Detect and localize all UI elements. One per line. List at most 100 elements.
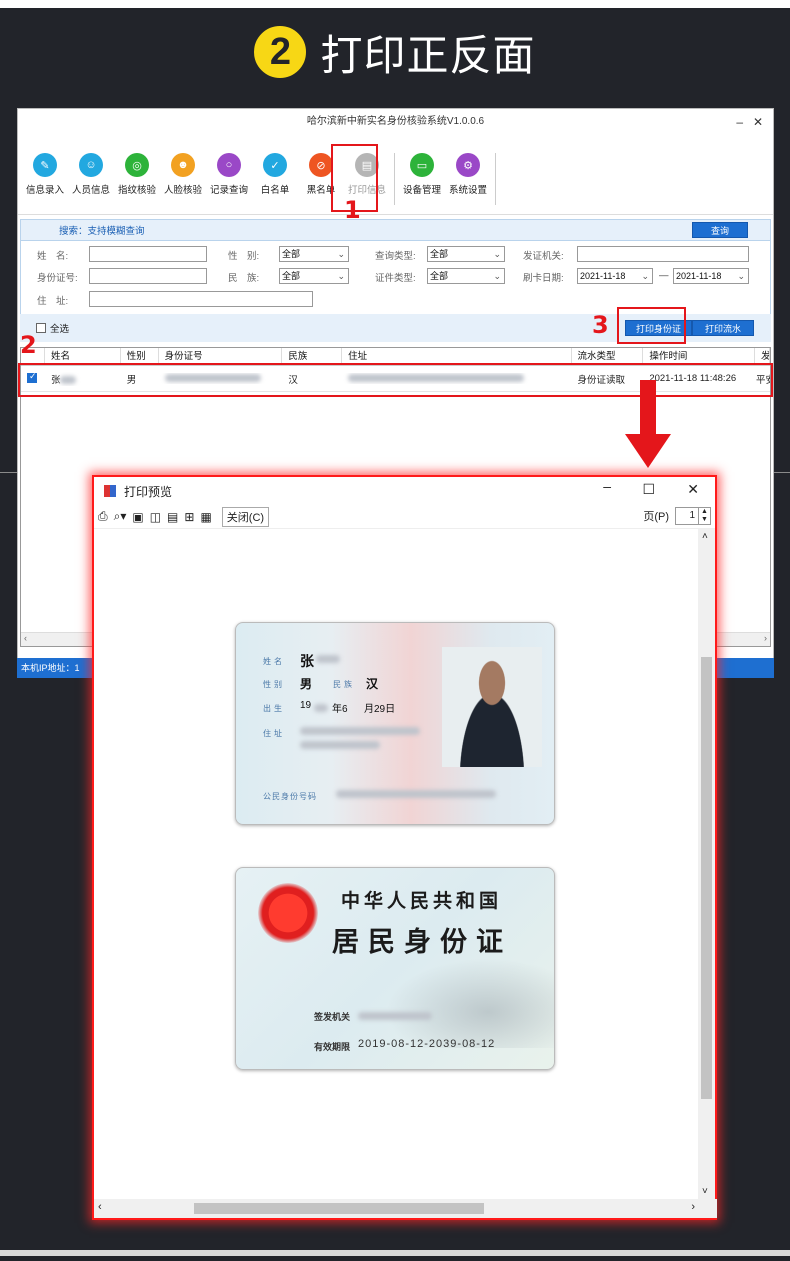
- scroll-up-icon[interactable]: ˄: [702, 531, 708, 542]
- preview-horizontal-scrollbar[interactable]: ‹ ›: [94, 1199, 717, 1218]
- gender-select[interactable]: 全部 ⌄: [279, 246, 349, 262]
- gender-value: 全部: [282, 249, 301, 259]
- scroll-left-icon[interactable]: ‹: [24, 633, 27, 643]
- fingerprint-icon: ◎: [125, 153, 149, 177]
- zoom-icon[interactable]: ⌕▾: [114, 509, 127, 524]
- minimize-icon[interactable]: –: [603, 478, 611, 494]
- redacted-text: [316, 655, 340, 663]
- toolbar-label: 记录查询: [209, 185, 248, 196]
- print-preview-window: 打印预览 – ☐ ✕ ⎙ ⌕▾ ▣ ◫ ▤ ⊞ ▦ 关闭(C) 页(P) 1 ▲…: [92, 475, 717, 1220]
- validity-label: 有效期限: [314, 1042, 351, 1052]
- front-birth-month: 年6: [332, 704, 348, 715]
- front-id-label: 公民身份号码: [263, 792, 317, 801]
- page-number-input[interactable]: 1: [675, 507, 699, 525]
- print-flow-button[interactable]: 打印流水: [692, 320, 755, 336]
- toolbar-record-query[interactable]: ○ 记录查询: [206, 153, 252, 214]
- redacted-issuer: [358, 1012, 432, 1020]
- app-titlebar: 哈尔滨新中新实名身份核验系统V1.0.0.6 – ✕: [18, 109, 773, 135]
- id-card-back: 中华人民共和国 居民身份证 签发机关 有效期限 2019-08-12-2039-…: [235, 867, 555, 1070]
- horizontal-scroll-thumb[interactable]: [194, 1203, 484, 1214]
- toolbar-label: 人脸核验: [163, 185, 202, 196]
- annotation-number-2: 2: [20, 331, 37, 359]
- search-icon: ○: [217, 153, 241, 177]
- front-gender-label: 性别: [263, 680, 285, 689]
- date-from-input[interactable]: 2021-11-18 ⌄: [577, 268, 653, 284]
- front-birth-label: 出生: [263, 704, 285, 713]
- front-birth-day: 月29日: [364, 704, 396, 715]
- query-button[interactable]: 查询: [691, 222, 748, 238]
- three-pages-icon[interactable]: ▤: [167, 510, 178, 524]
- address-input[interactable]: [89, 291, 313, 307]
- ethnic-value: 全部: [282, 271, 301, 281]
- people-icon: ☺: [79, 153, 103, 177]
- top-border: [0, 0, 790, 8]
- preview-titlebar: 打印预览 – ☐ ✕: [94, 477, 715, 505]
- issuer-input[interactable]: [577, 246, 749, 262]
- page-label: 页(P): [643, 511, 669, 523]
- cert-type-value: 全部: [430, 271, 449, 281]
- annotation-arrow-down-icon: [625, 434, 671, 468]
- six-pages-icon[interactable]: ▦: [200, 510, 211, 524]
- query-type-select[interactable]: 全部 ⌄: [427, 246, 505, 262]
- toolbar-people-info[interactable]: ☺ 人员信息: [68, 153, 114, 214]
- chevron-down-icon: ⌄: [737, 271, 745, 281]
- ethnic-select[interactable]: 全部 ⌄: [279, 268, 349, 284]
- chevron-down-icon: ⌄: [337, 271, 345, 281]
- validity-value: 2019-08-12-2039-08-12: [358, 1038, 496, 1050]
- preview-toolbar: ⎙ ⌕▾ ▣ ◫ ▤ ⊞ ▦ 关闭(C) 页(P) 1 ▲ ▼: [94, 505, 715, 529]
- close-icon[interactable]: ✕: [687, 481, 699, 498]
- issuer-label: 签发机关: [314, 1012, 351, 1022]
- query-type-label: 查询类型:: [375, 251, 416, 262]
- annotation-box-selected-row: [18, 363, 773, 397]
- check-icon: ✓: [263, 153, 287, 177]
- minimize-button[interactable]: –: [736, 109, 743, 135]
- two-pages-icon[interactable]: ◫: [150, 510, 161, 524]
- date-label: 刷卡日期:: [523, 273, 564, 284]
- scroll-right-icon[interactable]: ›: [764, 633, 767, 643]
- preview-vertical-scrollbar[interactable]: ˄ ˅: [698, 529, 715, 1199]
- preview-close-button[interactable]: 关闭(C): [221, 506, 270, 527]
- toolbar-label: 系统设置: [448, 185, 487, 196]
- select-all-checkbox[interactable]: [36, 323, 46, 333]
- scroll-down-icon[interactable]: ˅: [702, 1186, 708, 1197]
- scroll-right-icon[interactable]: ›: [691, 1201, 695, 1213]
- name-input[interactable]: [89, 246, 207, 262]
- vertical-scroll-thumb[interactable]: [701, 657, 712, 1099]
- address-label: 住 址:: [37, 296, 69, 307]
- four-pages-icon[interactable]: ⊞: [184, 510, 194, 524]
- maximize-icon[interactable]: ☐: [642, 481, 655, 498]
- bottom-border: [0, 1250, 790, 1256]
- search-label: 搜索：支持模糊查询: [59, 226, 145, 237]
- date-to-input[interactable]: 2021-11-18 ⌄: [673, 268, 749, 284]
- redacted-address: [300, 741, 380, 749]
- forbidden-icon: ⊘: [309, 153, 333, 177]
- id-card-front: 姓名 张 性别 男 民族 汉 出生 19 年6 月29日 住址 公民身份号码: [235, 622, 555, 825]
- front-ethnic-value: 汉: [366, 677, 379, 691]
- toolbar-fingerprint-check[interactable]: ◎ 指纹核验: [114, 153, 160, 214]
- date-separator: —: [659, 270, 669, 281]
- cert-type-select[interactable]: 全部 ⌄: [427, 268, 505, 284]
- toolbar-label: 人员信息: [71, 185, 110, 196]
- toolbar-system-settings[interactable]: ⚙ 系统设置: [445, 153, 491, 214]
- front-gender-value: 男: [300, 677, 313, 691]
- toolbar-device-manage[interactable]: ▭ 设备管理: [399, 153, 445, 214]
- redacted-text: [314, 704, 328, 712]
- portrait-photo: [442, 647, 542, 767]
- national-emblem-icon: [258, 883, 318, 943]
- scroll-left-icon[interactable]: ‹: [98, 1201, 102, 1213]
- select-all-label: 全选: [50, 324, 70, 335]
- close-button[interactable]: ✕: [753, 109, 763, 135]
- chevron-down-icon: ⌄: [641, 271, 649, 281]
- page-selector: 页(P) 1 ▲ ▼: [643, 507, 711, 525]
- toolbar-label: 指纹核验: [117, 185, 156, 196]
- page-spinner[interactable]: ▲ ▼: [699, 507, 711, 525]
- printer-icon[interactable]: ⎙: [98, 509, 108, 524]
- toolbar-face-check[interactable]: ☻ 人脸核验: [160, 153, 206, 214]
- toolbar-whitelist[interactable]: ✓ 白名单: [252, 153, 298, 214]
- card-country-name: 中华人民共和国: [341, 890, 503, 912]
- one-page-icon[interactable]: ▣: [132, 510, 143, 524]
- toolbar-label: 白名单: [260, 185, 290, 196]
- id-number-input[interactable]: [89, 268, 207, 284]
- toolbar-info-entry[interactable]: ✎ 信息录入: [22, 153, 68, 214]
- edit-icon: ✎: [33, 153, 57, 177]
